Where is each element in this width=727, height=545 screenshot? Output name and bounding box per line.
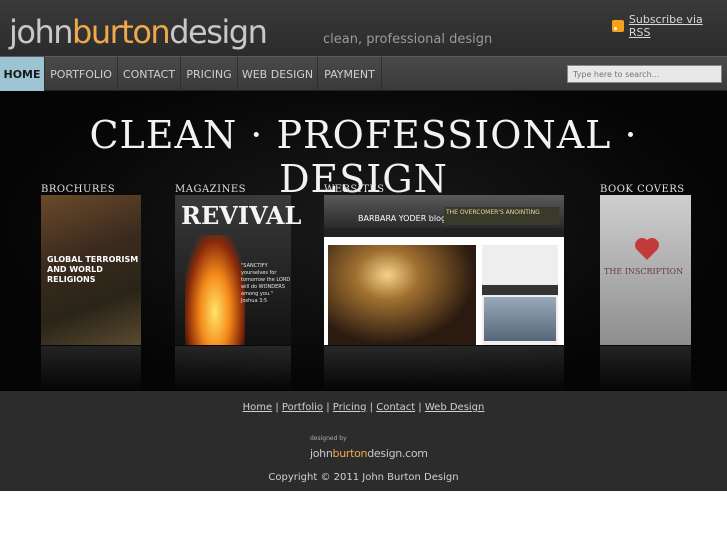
website-sidebar-bar [482, 285, 558, 295]
footer-logo-john: john [310, 447, 333, 460]
nav-payment[interactable]: PAYMENT [318, 57, 382, 92]
magazine-sample[interactable]: REVIVAL "SANCTIFY yourselves for tomorro… [175, 195, 301, 345]
rss-subscribe[interactable]: Subscribe via RSS [612, 13, 727, 39]
caption-magazines: MAGAZINES [175, 184, 246, 195]
logo-burton: burton [72, 13, 171, 51]
footer-links: Home | Portfolio | Pricing | Contact | W… [242, 402, 485, 413]
logo-john: john [9, 13, 74, 51]
footer-link-web-design[interactable]: Web Design [425, 402, 485, 413]
logo-design: design [169, 13, 268, 51]
footer-link-contact[interactable]: Contact [376, 402, 415, 413]
website-reflection [324, 346, 564, 390]
footer-logo-design: design.com [367, 447, 428, 460]
brochure-reflection [41, 346, 141, 390]
footer-logo[interactable]: designed by johnburtondesign.com [310, 435, 428, 461]
website-sample[interactable]: BARBARA YODER blog THE OVERCOMER'S ANOIN… [324, 195, 564, 345]
search-input[interactable] [567, 65, 722, 83]
nav-contact[interactable]: CONTACT [118, 57, 181, 92]
nav-home[interactable]: HOME [0, 57, 45, 92]
book-title: THE INSCRIPTION [604, 267, 684, 276]
footer-link-portfolio[interactable]: Portfolio [282, 402, 323, 413]
nav-web-design[interactable]: WEB DESIGN [238, 57, 318, 92]
magazine-quote: "SANCTIFY yourselves for tomorrow the LO… [241, 263, 291, 304]
magazine-title: REVIVAL [181, 201, 302, 230]
website-brand: BARBARA YODER blog [358, 214, 447, 223]
site-logo[interactable]: johnburtondesign [9, 13, 268, 51]
brochure-text: GLOBAL TERRORISM AND WORLD RELIGIONS [47, 255, 139, 284]
book-reflection [600, 346, 691, 390]
caption-book-covers: BOOK COVERS [600, 184, 685, 195]
caption-websites: WEBSITES [324, 184, 385, 195]
website-banner: THE OVERCOMER'S ANOINTING [444, 207, 559, 225]
website-navbar [324, 228, 564, 237]
book-cover-sample[interactable]: THE INSCRIPTION [600, 195, 691, 345]
footer-link-home[interactable]: Home [243, 402, 273, 413]
designed-by-label: designed by [310, 435, 347, 442]
flame-image [185, 235, 245, 345]
website-photo [328, 245, 476, 345]
website-sidebar-video [484, 297, 556, 341]
nav-pricing[interactable]: PRICING [181, 57, 238, 92]
footer-logo-burton: burton [332, 447, 368, 460]
brochure-sample[interactable]: GLOBAL TERRORISM AND WORLD RELIGIONS [41, 195, 141, 345]
site-header: johnburtondesign clean, professional des… [0, 0, 727, 56]
heart-icon [637, 240, 657, 260]
magazine-reflection [175, 346, 291, 390]
site-tagline: clean, professional design [323, 32, 493, 47]
rss-icon [612, 20, 624, 32]
nav-portfolio[interactable]: PORTFOLIO [45, 57, 118, 92]
footer-link-pricing[interactable]: Pricing [333, 402, 367, 413]
rss-link[interactable]: Subscribe via RSS [629, 13, 727, 39]
caption-brochures: BROCHURES [41, 184, 116, 195]
copyright: Copyright © 2011 John Burton Design [268, 472, 459, 483]
